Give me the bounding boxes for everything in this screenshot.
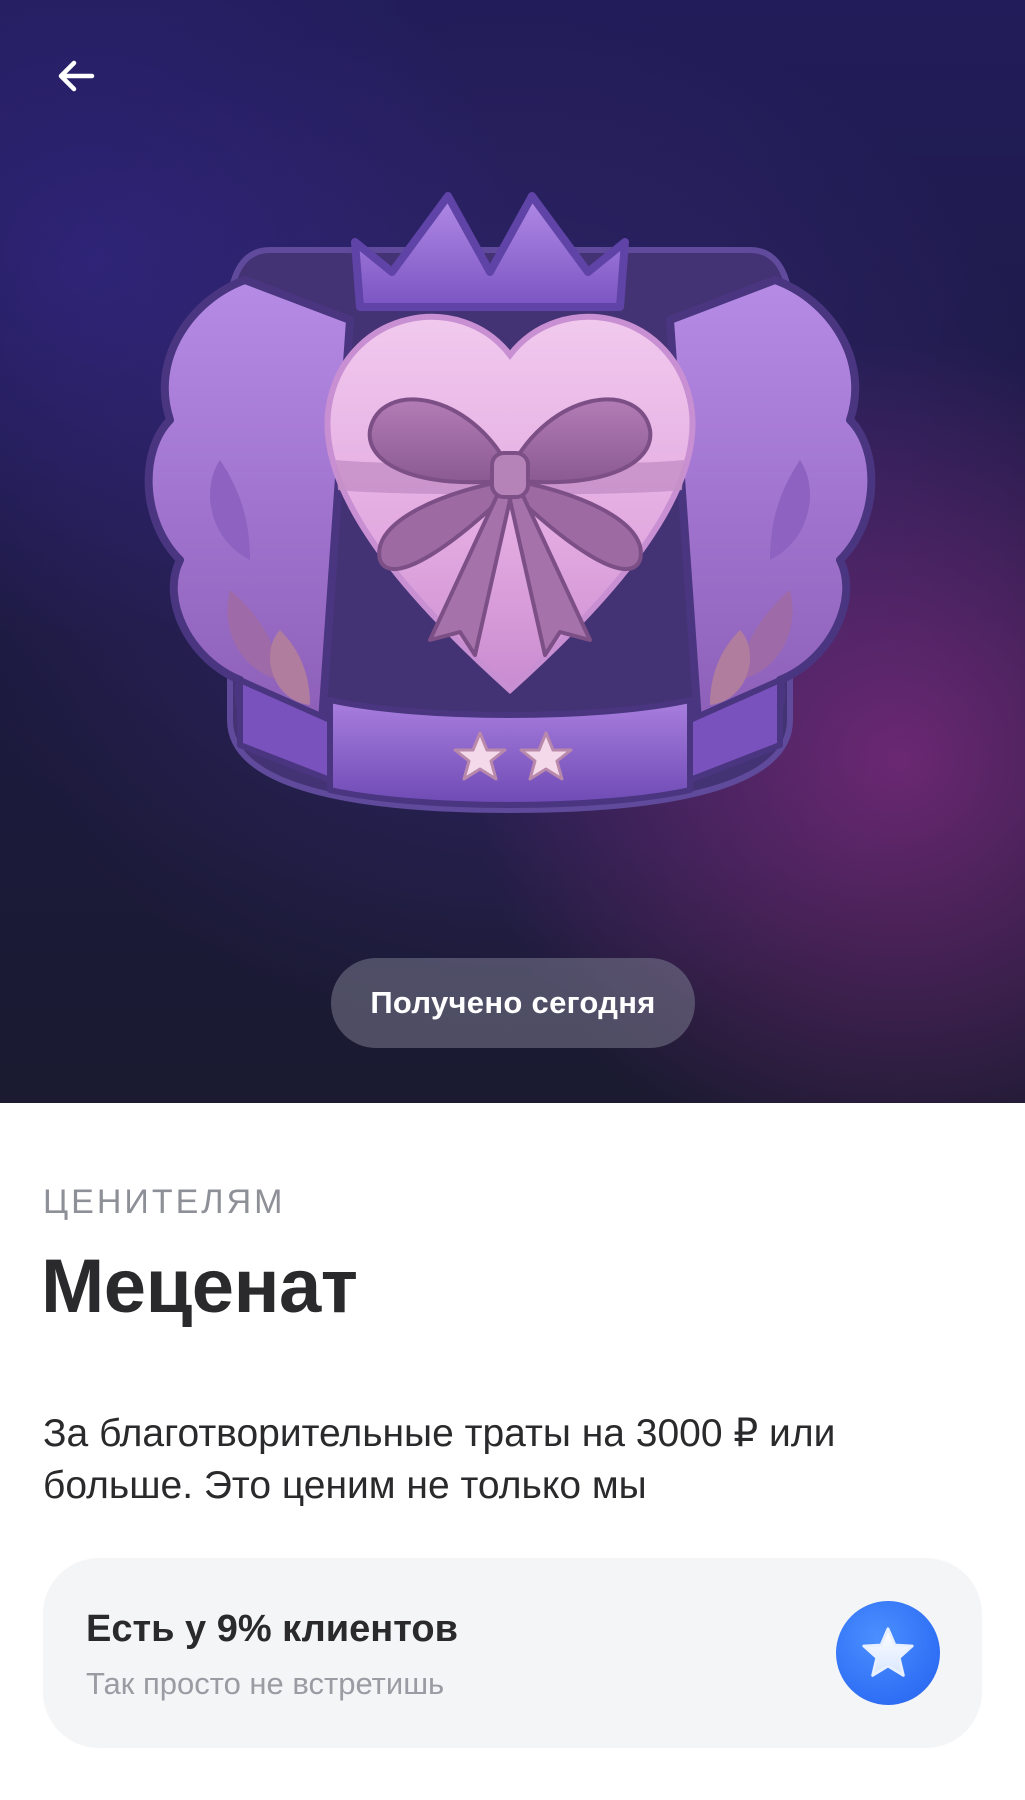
achievement-description: За благотворительные траты на 3000 ₽ или… [43,1412,836,1507]
achievement-title: Меценат [41,1244,358,1329]
achievement-hero: Получено сегодня [0,0,1025,1103]
achievement-category: ЦЕНИТЕЛЯМ [43,1183,286,1221]
achievement-details: ЦЕНИТЕЛЯМ Меценат За благотворительные т… [0,1103,1025,1800]
achievement-emblem [144,192,876,814]
rarity-subtitle: Так просто не встретишь [86,1666,445,1701]
rarity-badge [836,1601,940,1705]
arrow-left-icon [58,60,95,92]
received-status-badge: Получено сегодня [331,958,695,1048]
rarity-title: Есть у 9% клиентов [86,1608,458,1650]
back-button[interactable] [36,36,116,116]
star-icon [862,1627,914,1677]
rarity-card: Есть у 9% клиентов Так просто не встрети… [43,1558,982,1748]
